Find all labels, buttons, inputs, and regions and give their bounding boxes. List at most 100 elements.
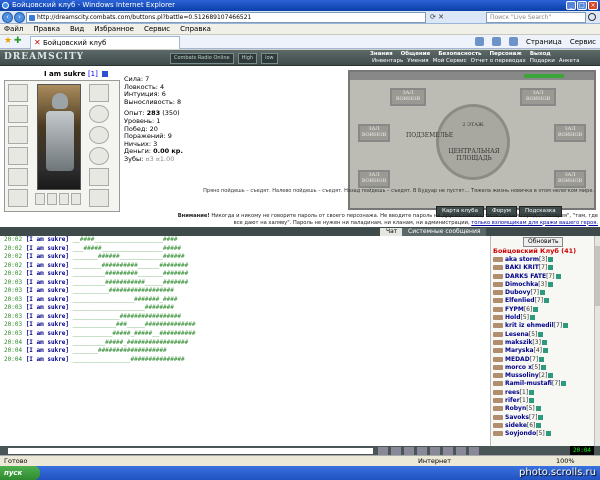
private-message-icon[interactable] <box>493 273 503 279</box>
chat-author[interactable]: [I am sukre] <box>26 253 69 260</box>
user-info-icon[interactable] <box>538 331 544 337</box>
private-message-icon[interactable] <box>493 323 503 329</box>
private-message-icon[interactable] <box>493 257 503 262</box>
add-favorite-icon[interactable]: ✚ <box>14 37 22 46</box>
private-message-icon[interactable] <box>493 356 503 362</box>
user-name[interactable]: Mussoliny <box>505 372 539 379</box>
user-info-icon[interactable] <box>536 422 542 428</box>
filter-icon[interactable] <box>417 447 427 455</box>
nav-knowledge[interactable]: Знания <box>370 51 393 58</box>
user-info-icon[interactable] <box>538 414 544 420</box>
search-icon[interactable] <box>588 13 596 21</box>
minimize-button[interactable]: _ <box>566 1 576 10</box>
game-logo[interactable]: DREAMSCITY <box>4 52 84 62</box>
belt-item-slot[interactable] <box>71 193 81 205</box>
user-list-item[interactable]: Dubovy[7] <box>493 289 593 297</box>
radio-low-button[interactable]: low <box>261 53 278 64</box>
chat-author[interactable]: [I am sukre] <box>26 304 69 311</box>
user-list-item[interactable]: Lesena[5] <box>493 331 593 339</box>
forward-icon[interactable]: › <box>14 12 25 23</box>
chat-author[interactable]: [I am sukre] <box>26 245 69 252</box>
user-info-icon[interactable] <box>561 381 567 387</box>
private-message-icon[interactable] <box>493 373 503 379</box>
user-info-icon[interactable] <box>541 364 547 370</box>
tools-menu[interactable]: Сервис <box>570 37 596 47</box>
page-menu[interactable]: Страница <box>526 37 562 47</box>
map-room-2[interactable]: ЗАЛ ВОИНОВ <box>358 124 390 142</box>
user-name[interactable]: Lesena <box>505 331 529 338</box>
user-name[interactable]: BAKI KRIT <box>505 264 539 271</box>
feeds-icon[interactable] <box>491 37 501 46</box>
user-info-icon[interactable] <box>548 265 554 271</box>
chat-author[interactable]: [I am sukre] <box>26 270 69 277</box>
chat-input[interactable] <box>8 448 373 454</box>
user-name[interactable]: Ramil-mustafi <box>505 380 552 387</box>
subnav-profile[interactable]: Анкета <box>559 58 580 65</box>
user-list-item[interactable]: rifer[1] <box>493 397 593 405</box>
start-button[interactable]: пуск <box>0 466 40 480</box>
private-message-icon[interactable] <box>493 265 503 271</box>
subnav-inventory[interactable]: Инвентарь <box>372 58 403 65</box>
private-message-icon[interactable] <box>493 306 503 312</box>
user-info-icon[interactable] <box>529 389 535 395</box>
map-central-square[interactable]: 2 ЭТАЖ <box>436 104 510 180</box>
user-name[interactable]: Maryska <box>505 347 534 354</box>
settings-icon[interactable] <box>430 447 440 455</box>
tab-chat[interactable]: Чат <box>380 228 404 236</box>
private-message-icon[interactable] <box>493 290 503 296</box>
user-list-item[interactable]: MEDAD[7] <box>493 356 593 364</box>
chat-author[interactable]: [I am sukre] <box>26 236 69 243</box>
private-message-icon[interactable] <box>493 339 503 345</box>
bracer-slot[interactable] <box>89 84 109 102</box>
user-info-icon[interactable] <box>533 306 539 312</box>
nav-communication[interactable]: Общение <box>401 51 431 58</box>
user-info-icon[interactable] <box>535 406 541 412</box>
user-info-icon[interactable] <box>529 398 535 404</box>
user-list-item[interactable]: Ramil-mustafi[7] <box>493 380 593 388</box>
map-basement-label[interactable]: ПОДЗЕМЕЛЬЕ <box>406 132 453 139</box>
user-list-item[interactable]: DARKS FATE[7] <box>493 273 593 281</box>
send-icon[interactable] <box>378 447 388 455</box>
user-list-item[interactable]: sideke[6] <box>493 422 593 430</box>
user-name[interactable]: morco x <box>505 364 532 371</box>
private-message-icon[interactable] <box>493 298 503 304</box>
map-room-4[interactable]: ЗАЛ ВОИНОВ <box>520 88 556 106</box>
user-list-item[interactable]: Soyjondo[5] <box>493 430 593 438</box>
menu-favorites[interactable]: Избранное <box>94 24 134 34</box>
user-list-scrollbar[interactable] <box>594 236 600 446</box>
clear-icon[interactable] <box>391 447 401 455</box>
chat-author[interactable]: [I am sukre] <box>26 262 69 269</box>
menu-help[interactable]: Справка <box>180 24 211 34</box>
tab-system-messages[interactable]: Системные сообщения <box>402 228 487 236</box>
maximize-button[interactable]: □ <box>577 1 587 10</box>
user-info-icon[interactable] <box>548 257 554 262</box>
subnav-service[interactable]: Мой Сервис <box>433 58 467 65</box>
user-name[interactable]: makszik <box>505 339 532 346</box>
private-message-icon[interactable] <box>493 381 503 387</box>
favorites-star-icon[interactable]: ★ <box>4 37 12 46</box>
user-name[interactable]: MEDAD <box>505 356 530 363</box>
user-info-icon[interactable] <box>545 431 551 437</box>
user-info-icon[interactable] <box>555 273 561 279</box>
user-info-icon[interactable] <box>563 323 569 329</box>
smiles-icon[interactable] <box>404 447 414 455</box>
nav-character[interactable]: Персонаж <box>490 51 522 58</box>
user-list-item[interactable]: Mussoliny[2] <box>493 372 593 380</box>
private-message-icon[interactable] <box>493 281 503 287</box>
gloves-slot[interactable] <box>89 105 109 123</box>
nav-security[interactable]: Безопасность <box>438 51 481 58</box>
user-name[interactable]: DARKS FATE <box>505 273 546 280</box>
scroll-thumb[interactable] <box>595 246 600 306</box>
private-message-icon[interactable] <box>493 389 503 395</box>
private-message-icon[interactable] <box>493 406 503 412</box>
armor-slot[interactable] <box>8 168 28 186</box>
user-list-item[interactable]: makszik[3] <box>493 339 593 347</box>
map-room-6[interactable]: ЗАЛ ВОИНОВ <box>554 170 586 188</box>
user-list-item[interactable]: aka storm[3] <box>493 256 593 264</box>
private-message-icon[interactable] <box>493 422 503 428</box>
user-name[interactable]: Dimochka <box>505 281 538 288</box>
chat-author[interactable]: [I am sukre] <box>26 287 69 294</box>
private-message-icon[interactable] <box>493 331 503 337</box>
chat-author[interactable]: [I am sukre] <box>26 347 69 354</box>
close-button[interactable]: × <box>588 1 598 10</box>
